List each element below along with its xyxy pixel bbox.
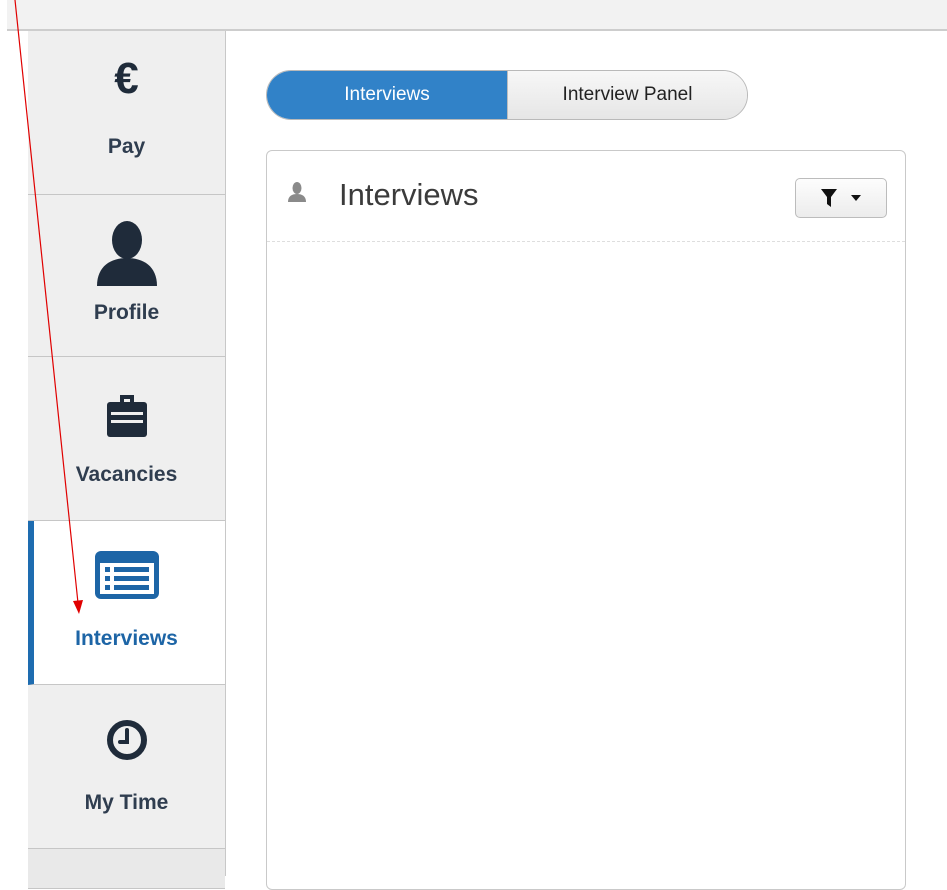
left-edge [0,0,7,876]
caret-down-icon [851,195,861,201]
euro-icon: € [114,54,139,103]
sidebar-item-label: Interviews [75,627,178,650]
briefcase-icon [106,395,147,437]
sidebar-item-interviews[interactable]: Interviews [28,521,225,685]
sidebar-item-pay[interactable]: € Pay [28,31,225,195]
toggle-interviews[interactable]: Interviews [267,71,507,119]
sidebar-item-label: Profile [93,301,160,324]
list-icon [94,551,159,599]
sidebar-item-vacancies[interactable]: Vacancies [28,357,225,521]
top-bar [7,0,947,31]
sidebar-item-label: Vacancies [75,463,178,486]
person-icon [96,221,157,286]
sidebar-item-label: Pay [107,135,146,158]
person-icon [288,182,306,202]
toggle-interview-panel[interactable]: Interview Panel [507,71,747,119]
panel-title: Interviews [339,177,479,212]
sidebar-item-label: My Time [84,791,169,814]
clock-icon [106,720,147,760]
sidebar-item-profile[interactable]: Profile [28,195,225,357]
filter-icon [821,189,837,207]
view-toggle: Interviews Interview Panel [266,70,748,120]
interviews-panel: Interviews [266,150,906,890]
sidebar-item-partial[interactable] [28,849,225,889]
sidebar: € Pay Profile Vacancies Interviews My Ti… [28,31,226,889]
sidebar-item-my-time[interactable]: My Time [28,685,225,849]
filter-dropdown-button[interactable] [795,178,887,218]
panel-header: Interviews [267,151,905,242]
